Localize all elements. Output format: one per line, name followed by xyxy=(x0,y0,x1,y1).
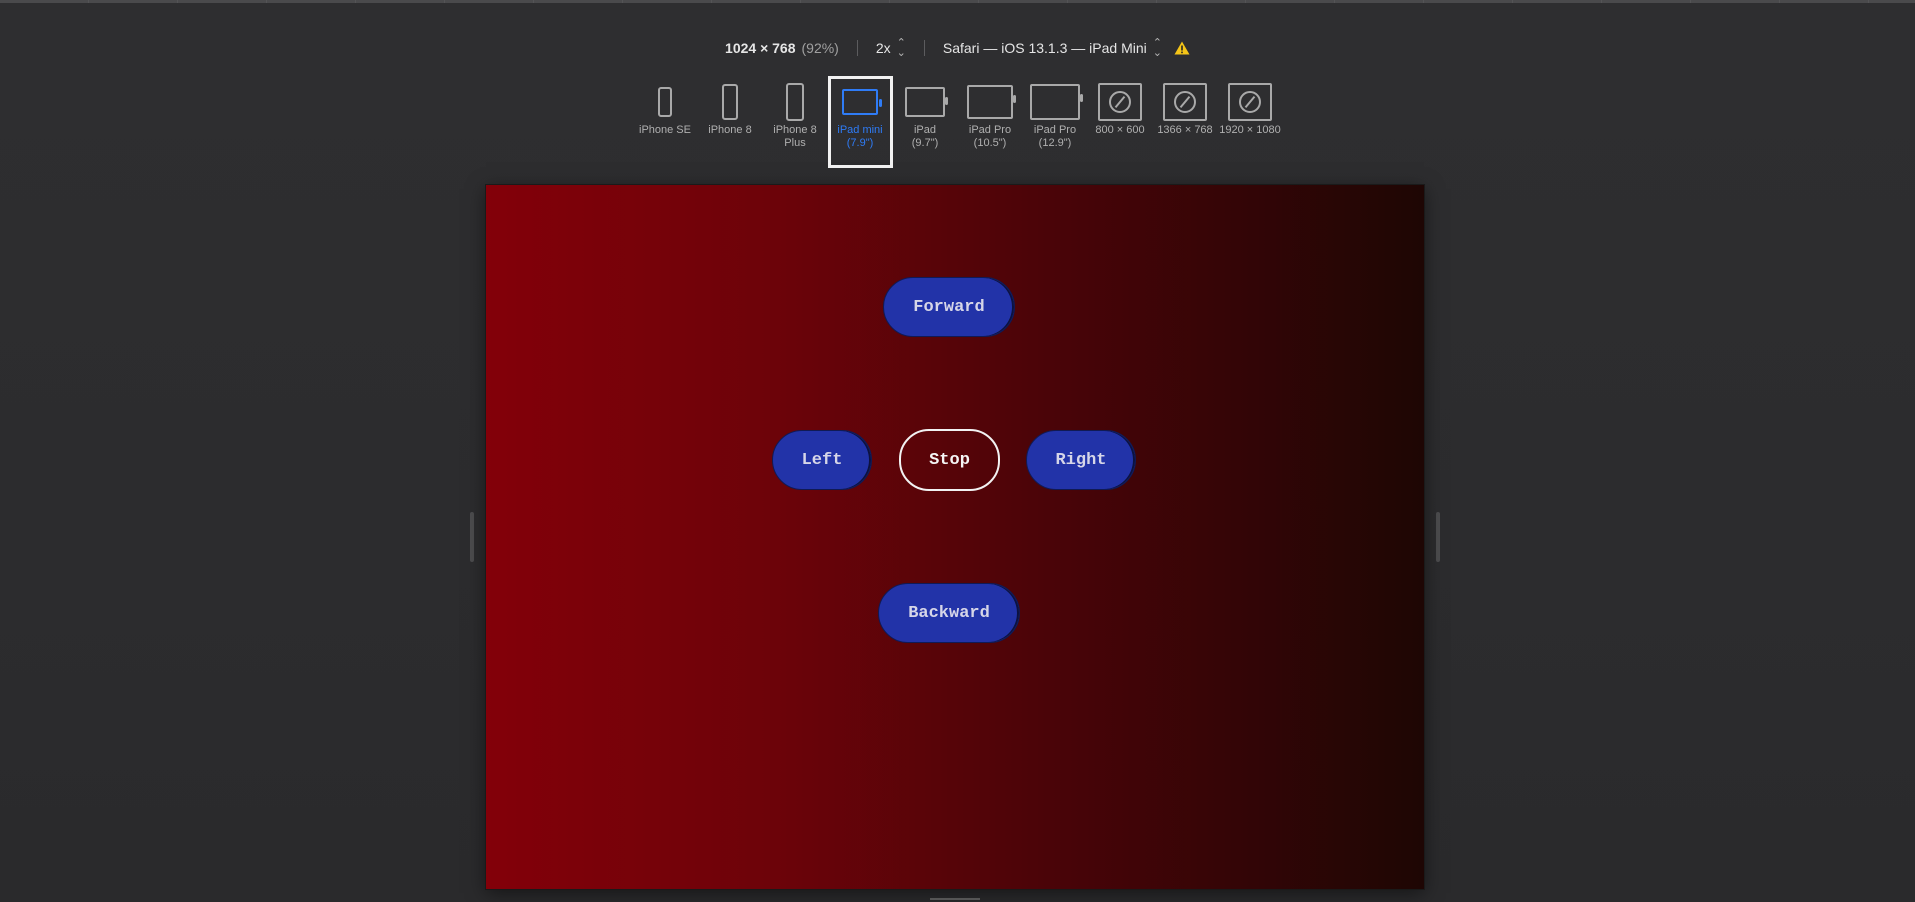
device-label: iPhone SE xyxy=(639,124,691,136)
resize-handle-right[interactable] xyxy=(1436,512,1440,562)
forward-button[interactable]: Forward xyxy=(883,277,1015,337)
tablet-icon xyxy=(842,89,882,115)
device-label: 1920 × 1080 xyxy=(1219,124,1281,136)
device-ipad-mini[interactable]: iPad mini (7.9") xyxy=(827,76,893,168)
device-label: iPhone 8 xyxy=(773,124,817,136)
tablet-icon xyxy=(967,85,1016,119)
scale-select[interactable]: 2x ⌃ ⌄ xyxy=(858,37,924,59)
ruler-ticks xyxy=(0,0,1915,3)
tablet-icon xyxy=(1030,84,1083,120)
toolbar: 1024 × 768 (92%) 2x ⌃ ⌄ Safari — iOS 13.1… xyxy=(0,36,1915,60)
page-viewport: Forward Left Stop Right Backward xyxy=(486,185,1424,889)
resolution-display[interactable]: 1024 × 768 (92%) xyxy=(707,40,857,56)
device-label-2: Plus xyxy=(784,137,806,149)
resize-handle-left[interactable] xyxy=(470,512,474,562)
device-label: iPad xyxy=(913,124,937,136)
right-button[interactable]: Right xyxy=(1026,430,1136,490)
device-1366x768[interactable]: 1366 × 768 xyxy=(1153,76,1218,168)
chevron-updown-icon: ⌃ ⌄ xyxy=(1152,37,1162,59)
device-800x600[interactable]: 800 × 600 xyxy=(1088,76,1153,168)
device-ipad-pro-10[interactable]: iPad Pro (10.5") xyxy=(958,76,1023,168)
device-iphone-se[interactable]: iPhone SE xyxy=(633,76,698,168)
zoom-percent: (92%) xyxy=(801,40,839,56)
backward-button[interactable]: Backward xyxy=(878,583,1020,643)
device-label-2: (10.5") xyxy=(973,137,1007,149)
tablet-icon xyxy=(905,87,948,117)
browser-select[interactable]: Safari — iOS 13.1.3 — iPad Mini ⌃ ⌄ xyxy=(925,37,1208,59)
device-label: iPad Pro xyxy=(968,124,1012,136)
device-1920x1080[interactable]: 1920 × 1080 xyxy=(1218,76,1283,168)
device-label: 1366 × 768 xyxy=(1157,124,1213,136)
compass-icon xyxy=(1174,91,1196,113)
device-ipad-pro-12[interactable]: iPad Pro (12.9") xyxy=(1023,76,1088,168)
device-label-2: (9.7") xyxy=(911,137,939,149)
device-label: iPhone 8 xyxy=(708,124,752,136)
left-button[interactable]: Left xyxy=(772,430,872,490)
stop-button[interactable]: Stop xyxy=(899,429,1000,491)
resolution-value: 1024 × 768 xyxy=(725,40,796,56)
device-label: 800 × 600 xyxy=(1095,124,1145,136)
device-label-2: (7.9") xyxy=(846,137,874,149)
responsive-design-mode: 1024 × 768 (92%) 2x ⌃ ⌄ Safari — iOS 13.1… xyxy=(0,0,1915,902)
scale-value: 2x xyxy=(875,40,891,56)
device-ipad[interactable]: iPad (9.7") xyxy=(893,76,958,168)
device-iphone-8-plus[interactable]: iPhone 8 Plus xyxy=(763,76,828,168)
device-presets: iPhone SE iPhone 8 iPhone 8 Plus iPad mi… xyxy=(0,76,1915,168)
phone-icon xyxy=(786,83,804,121)
browser-value: Safari — iOS 13.1.3 — iPad Mini xyxy=(942,40,1147,56)
compass-icon xyxy=(1109,91,1131,113)
compass-icon xyxy=(1239,91,1261,113)
device-iphone-8[interactable]: iPhone 8 xyxy=(698,76,763,168)
device-label: iPad Pro xyxy=(1033,124,1077,136)
phone-icon xyxy=(722,84,738,120)
bottom-handle[interactable] xyxy=(930,898,980,900)
warning-triangle-icon[interactable] xyxy=(1174,41,1190,55)
device-label-2: (12.9") xyxy=(1038,137,1072,149)
device-label: iPad mini xyxy=(837,124,883,136)
chevron-updown-icon: ⌃ ⌄ xyxy=(896,37,906,59)
phone-icon xyxy=(658,87,672,117)
